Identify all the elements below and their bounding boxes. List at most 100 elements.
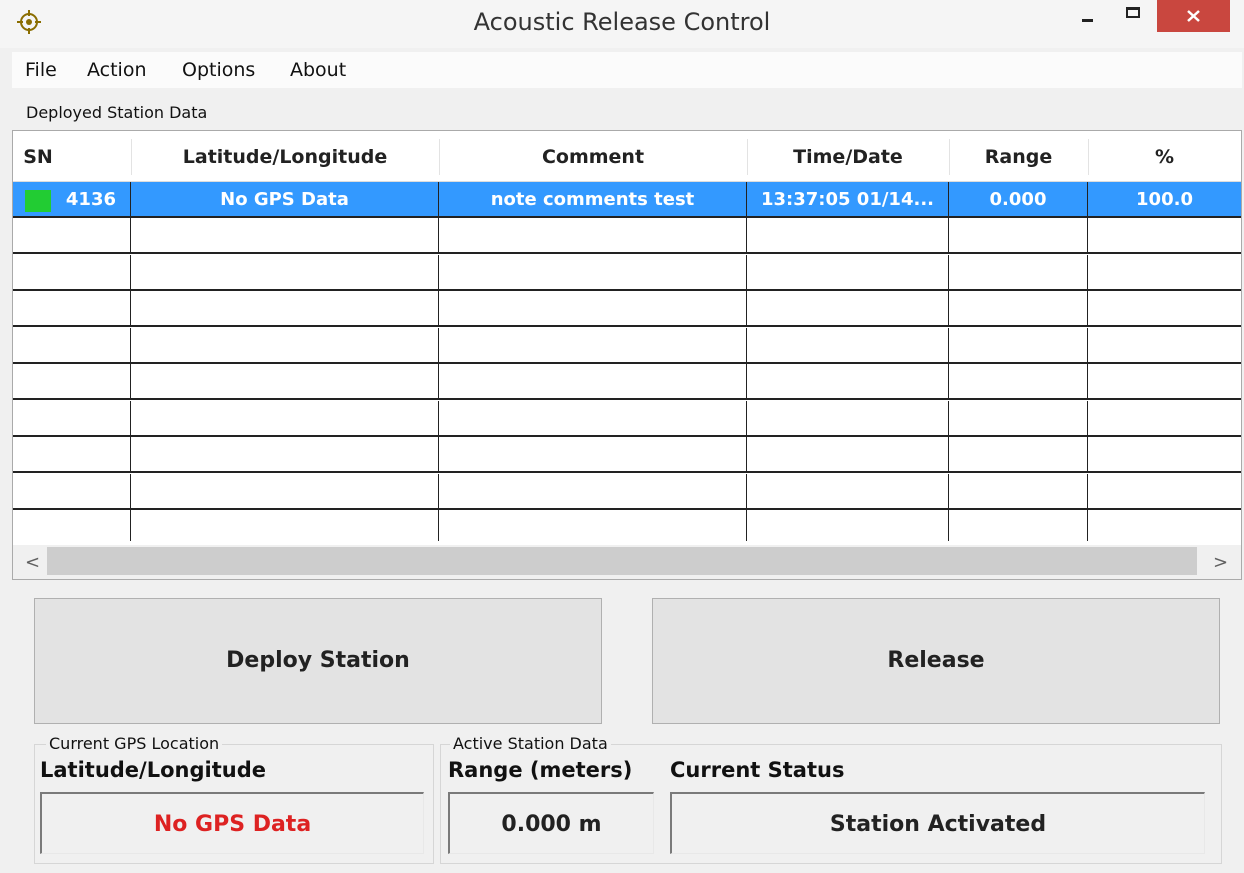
table-cell [13, 291, 131, 325]
scrollbar-thumb[interactable] [47, 547, 1197, 575]
range-label: Range (meters) [448, 758, 633, 782]
table-cell [439, 218, 747, 252]
table-row[interactable] [13, 327, 1241, 364]
status-value-display: Station Activated [670, 792, 1205, 854]
table-row[interactable] [13, 400, 1241, 437]
menu-action[interactable]: Action [87, 59, 147, 81]
table-cell [131, 291, 439, 325]
table-cell [949, 218, 1088, 252]
cell-comment: note comments test [439, 182, 747, 216]
column-header-time[interactable]: Time/Date [747, 131, 949, 181]
table-row[interactable] [13, 510, 1241, 541]
cell-time: 13:37:05 01/14... [747, 182, 949, 216]
table-cell [747, 291, 949, 325]
table-cell [1088, 218, 1241, 252]
gps-latlon-label: Latitude/Longitude [40, 758, 266, 782]
table-cell [747, 254, 949, 289]
maximize-button[interactable] [1110, 0, 1154, 34]
active-station-group-title: Active Station Data [450, 734, 611, 753]
menu-about[interactable]: About [290, 59, 346, 81]
close-button[interactable] [1157, 0, 1230, 32]
header-separator [949, 139, 950, 175]
table-cell [439, 400, 747, 435]
table-cell [13, 437, 131, 471]
cell-latlon: No GPS Data [131, 182, 439, 216]
deployed-station-label: Deployed Station Data [26, 103, 208, 122]
table-cell [439, 254, 747, 289]
header-separator [131, 139, 132, 175]
table-cell [13, 218, 131, 252]
menu-file[interactable]: File [25, 59, 57, 81]
table-row[interactable] [13, 437, 1241, 473]
table-cell [13, 400, 131, 435]
table-cell [949, 510, 1088, 541]
station-status-indicator [25, 190, 51, 212]
table-cell [949, 291, 1088, 325]
table-cell [1088, 328, 1241, 362]
title-bar[interactable]: Acoustic Release Control [0, 0, 1244, 48]
table-cell [131, 400, 439, 435]
table-cell [131, 510, 439, 541]
table-cell [1088, 474, 1241, 508]
close-icon [1187, 10, 1200, 22]
table-cell [131, 437, 439, 471]
table-cell [747, 473, 949, 508]
table-cell [1088, 510, 1241, 541]
table-row[interactable] [13, 364, 1241, 400]
table-row[interactable] [13, 291, 1241, 327]
header-separator [1088, 139, 1089, 175]
table-row[interactable] [13, 473, 1241, 510]
table-cell [13, 254, 131, 289]
column-header-latlon[interactable]: Latitude/Longitude [131, 131, 439, 181]
range-value-display: 0.000 m [448, 792, 654, 854]
deployed-station-grid[interactable]: SN Latitude/Longitude Comment Time/Date … [12, 130, 1242, 580]
release-button[interactable]: Release [652, 598, 1220, 724]
column-header-comment[interactable]: Comment [439, 131, 747, 181]
table-row-selected[interactable]: 4136 No GPS Data note comments test 13:3… [13, 182, 1241, 218]
table-cell [949, 437, 1088, 471]
scroll-left-icon[interactable]: < [25, 552, 40, 573]
table-cell [747, 510, 949, 541]
table-cell [1088, 255, 1241, 289]
table-cell [949, 473, 1088, 508]
gps-value-display: No GPS Data [40, 792, 424, 854]
table-cell [131, 473, 439, 508]
table-cell [747, 437, 949, 471]
table-row[interactable] [13, 218, 1241, 254]
column-header-sn[interactable]: SN [13, 131, 63, 181]
table-cell [949, 400, 1088, 435]
table-row[interactable] [13, 254, 1241, 291]
table-cell [439, 364, 747, 398]
table-cell [747, 364, 949, 398]
menu-options[interactable]: Options [182, 59, 255, 81]
gps-group-title: Current GPS Location [46, 734, 223, 753]
table-cell [439, 510, 747, 541]
header-separator [747, 139, 748, 175]
column-header-percent[interactable]: % [1088, 131, 1241, 181]
table-cell [131, 364, 439, 398]
table-cell [439, 437, 747, 471]
deploy-station-button[interactable]: Deploy Station [34, 598, 602, 724]
table-cell [747, 400, 949, 435]
table-cell [439, 473, 747, 508]
table-cell [949, 364, 1088, 398]
header-separator [439, 139, 440, 175]
grid-header: SN Latitude/Longitude Comment Time/Date … [13, 131, 1241, 182]
window-title: Acoustic Release Control [473, 8, 771, 36]
table-cell [439, 327, 747, 362]
table-cell [949, 327, 1088, 362]
minimize-button[interactable] [1068, 0, 1108, 34]
horizontal-scrollbar[interactable]: < > [13, 545, 1241, 579]
current-status-label: Current Status [670, 758, 845, 782]
cell-range: 0.000 [949, 182, 1088, 216]
table-cell [131, 218, 439, 252]
table-cell [13, 327, 131, 362]
scroll-right-icon[interactable]: > [1213, 552, 1228, 573]
table-cell [949, 254, 1088, 289]
table-cell [747, 218, 949, 252]
column-header-range[interactable]: Range [949, 131, 1088, 181]
table-cell [1088, 401, 1241, 435]
app-window: Acoustic Release Control File Action Opt… [0, 0, 1244, 873]
table-cell [1088, 291, 1241, 325]
menu-bar: File Action Options About [12, 52, 1242, 88]
